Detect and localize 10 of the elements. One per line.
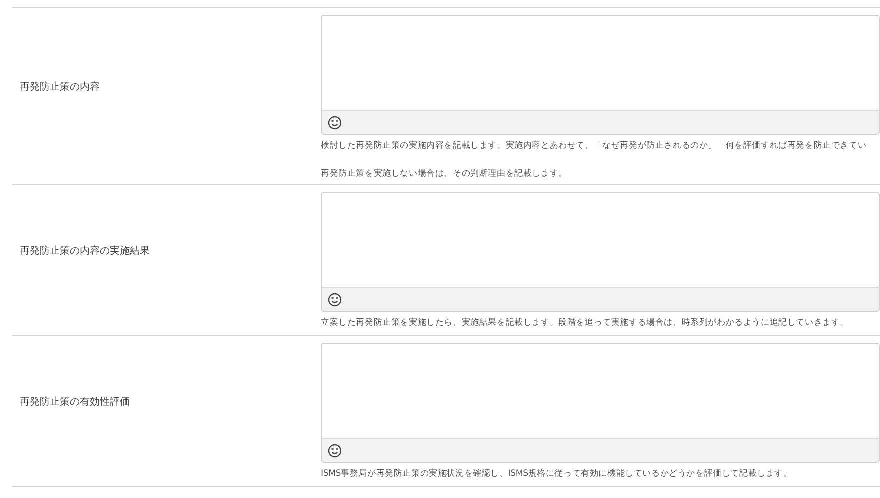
field-label: 再発防止策の内容の実施結果 bbox=[20, 244, 150, 258]
help-text: ISMS事務局が再発防止策の実施状況を確認し、ISMS規格に従って有効に機能しているかどうかを評価して記載します。 bbox=[321, 468, 794, 480]
field-label: 再発防止策の有効性評価 bbox=[20, 396, 130, 410]
help-text: 再発防止策を実施しない場合は、その判断理由を記載します。 bbox=[321, 168, 568, 180]
emoji-icon[interactable] bbox=[328, 116, 342, 130]
field-label: 再発防止策の内容 bbox=[20, 80, 100, 94]
emoji-icon[interactable] bbox=[328, 292, 342, 306]
help-text: 立案した再発防止策を実施したら、実施結果を記載します。段階を追って実施する場合は、時系列がわかるように追記していきます。 bbox=[321, 317, 850, 329]
help-text: 検討した再発防止策の実施内容を記載します。実施内容とあわせて、「なぜ再発が防止されるのか」「何を評価すれば再発を防止できてい bbox=[321, 140, 868, 152]
emoji-icon[interactable] bbox=[328, 444, 342, 458]
